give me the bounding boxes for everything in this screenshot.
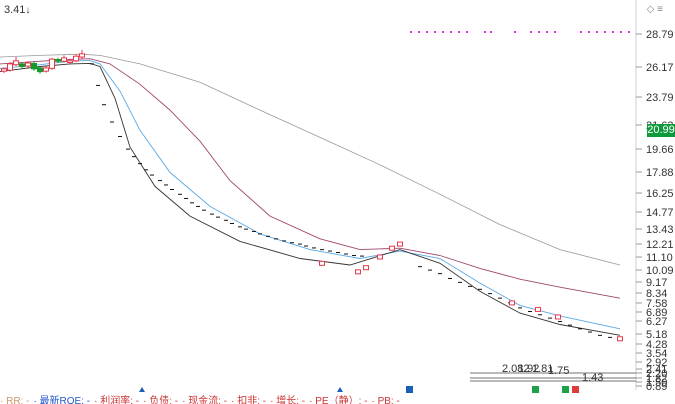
signal-dot: [554, 31, 556, 33]
signal-dot: [410, 31, 412, 33]
candle-body: [43, 67, 49, 72]
legend-item[interactable]: · 现金流: -: [182, 396, 227, 404]
stock-chart: 28.7926.1723.7921.6319.6617.8816.2514.77…: [0, 0, 674, 393]
y-tick-label: 11.10: [646, 252, 673, 264]
signal-dot: [546, 31, 548, 33]
price-annotation: 1.75: [548, 365, 569, 377]
candle-body: [13, 60, 19, 66]
signal-dot: [458, 31, 460, 33]
signal-dot: [604, 31, 606, 33]
top-right-icons[interactable]: ◇ ≡: [647, 4, 663, 15]
price-annotation: 1.43: [582, 372, 603, 384]
candle-body: [319, 260, 325, 266]
legend-bar: · RR: - · 最新ROE: - · 利润率: - · 负债: - · 现金流: -…: [0, 392, 675, 404]
candle-body: [555, 314, 561, 320]
ma-slow-line: [0, 53, 621, 266]
signal-dot: [588, 31, 590, 33]
signal-dot: [450, 31, 452, 33]
ma-long-line: [0, 62, 621, 336]
y-tick-label: 6.27: [646, 316, 667, 328]
ma-mid-line: [0, 58, 621, 299]
signal-dot: [530, 31, 532, 33]
grid-lines: [470, 0, 637, 390]
top-left-value: 3.41: [4, 4, 26, 16]
candle-body: [363, 265, 369, 271]
legend-item[interactable]: · 利润率: -: [94, 396, 139, 404]
legend-item[interactable]: · 扣非: -: [231, 396, 266, 404]
candle-body: [25, 62, 31, 67]
signal-dot: [442, 31, 444, 33]
signal-dot: [612, 31, 614, 33]
candle-body: [509, 300, 515, 306]
signal-dot: [596, 31, 598, 33]
signal-dot: [628, 31, 630, 33]
y-tick-label: 14.77: [646, 207, 674, 219]
candle-body: [67, 60, 73, 64]
candle-body: [355, 269, 361, 275]
candle-body: [19, 63, 25, 68]
candle-body: [1, 68, 7, 72]
candle-body: [37, 67, 43, 73]
signal-dot: [538, 31, 540, 33]
chart-series: [0, 31, 630, 342]
signal-dot: [484, 31, 486, 33]
candle-body: [389, 245, 395, 251]
y-tick-label: 23.79: [646, 92, 674, 104]
candle-body: [397, 241, 403, 247]
legend-item[interactable]: · PB: -: [371, 396, 399, 404]
candle-body: [617, 336, 623, 342]
candle-body: [535, 306, 541, 312]
y-tick-label: 16.25: [646, 188, 674, 200]
y-tick-label: 19.66: [646, 144, 674, 156]
legend-item[interactable]: · 负债: -: [143, 396, 178, 404]
candle-body: [55, 59, 61, 62]
y-tick-label: 13.43: [646, 224, 674, 236]
price-axis: 28.7926.1723.7921.6319.6617.8816.2514.77…: [636, 29, 674, 393]
y-tick-label: 10.09: [646, 265, 674, 277]
legend-item[interactable]: · RR: -: [0, 396, 29, 404]
signal-dot: [580, 31, 582, 33]
ma-short-line: [0, 59, 621, 330]
y-tick-label: 26.17: [646, 62, 674, 74]
candle-body: [61, 57, 67, 62]
signal-dot: [426, 31, 428, 33]
price-tag: 20.99: [647, 124, 675, 137]
signal-dot: [620, 31, 622, 33]
legend-item[interactable]: · 增长: -: [270, 396, 305, 404]
candle-body: [31, 62, 37, 70]
candle-body: [7, 63, 13, 71]
legend-item[interactable]: · PE（静）: -: [309, 396, 367, 404]
y-tick-label: 17.88: [646, 167, 674, 179]
candle-body: [79, 53, 85, 58]
signal-dot: [466, 31, 468, 33]
y-tick-label: 28.79: [646, 29, 674, 41]
menu-icon[interactable]: ≡: [657, 4, 663, 15]
candle-body: [73, 55, 79, 62]
arrow-down-icon: ↓: [25, 5, 31, 16]
top-left-label: 3.41↓: [4, 4, 30, 16]
y-tick-label: 12.21: [646, 239, 674, 251]
signal-dot: [434, 31, 436, 33]
diamond-icon[interactable]: ◇: [647, 4, 655, 15]
candle-body: [49, 58, 55, 69]
signal-dot: [490, 31, 492, 33]
signal-dot: [514, 31, 516, 33]
legend-item[interactable]: · 最新ROE: -: [33, 396, 90, 404]
signal-dot: [418, 31, 420, 33]
candle-body: [377, 254, 383, 260]
price-tag-value: 20.99: [647, 124, 675, 136]
